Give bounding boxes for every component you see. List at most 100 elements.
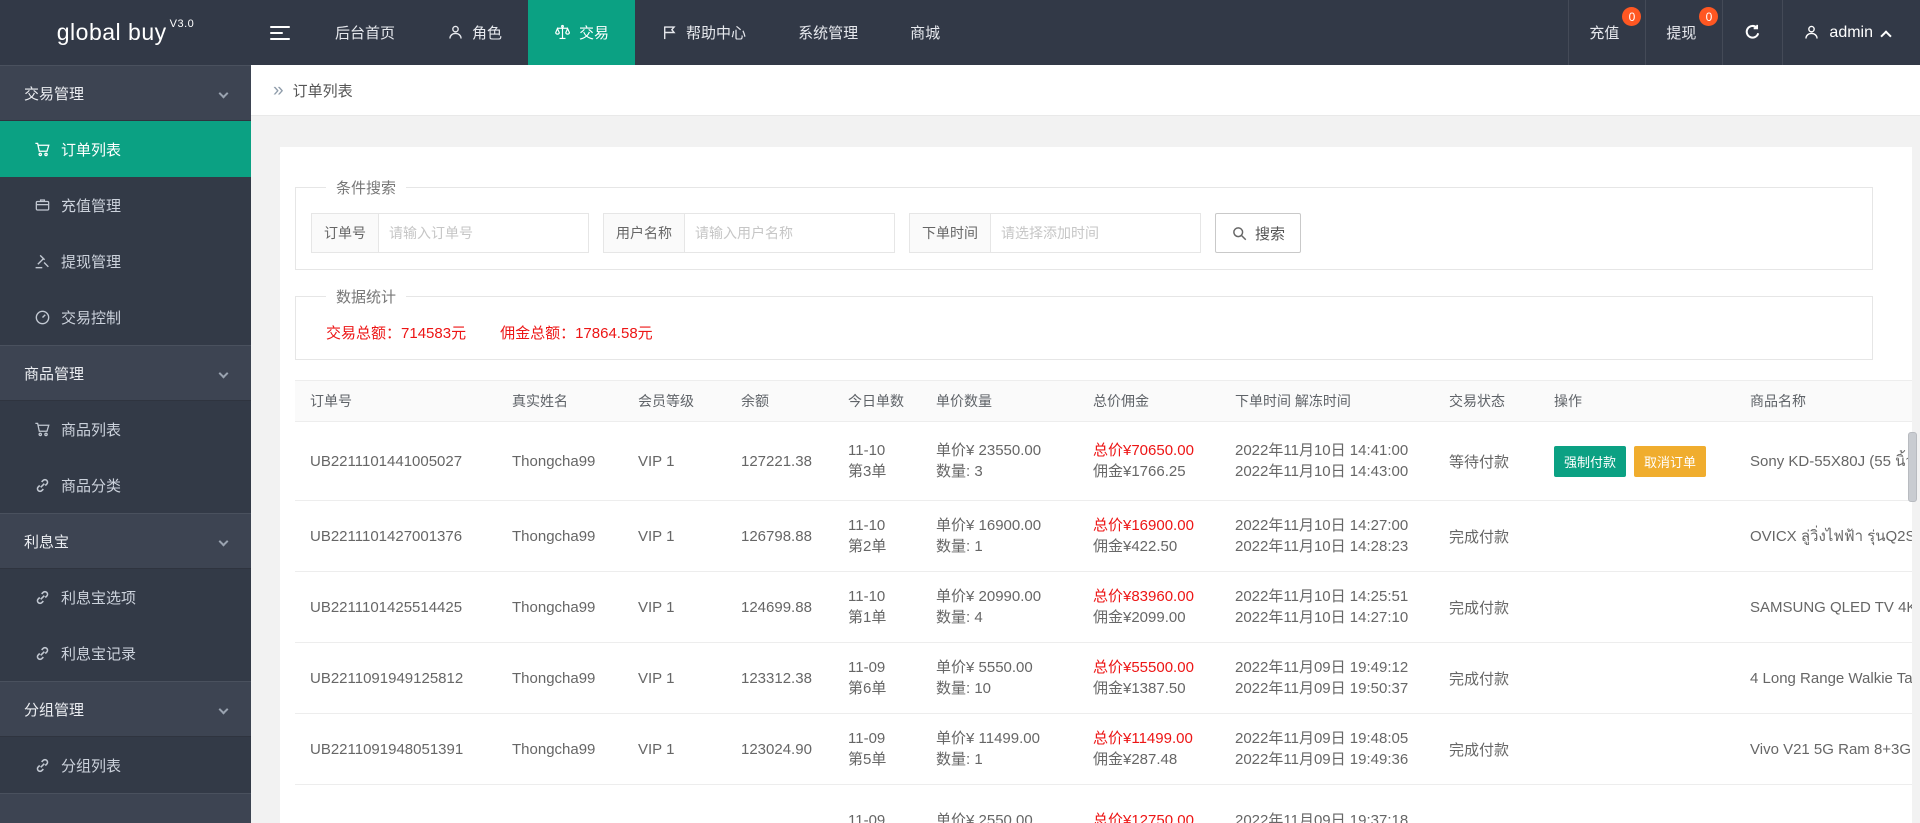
cell-order-time: 2022年11月10日 14:25:51 2022年11月10日 14:27:10: [1220, 586, 1434, 628]
brand-version: V3.0: [169, 17, 195, 30]
cell-order-time-line2: 2022年11月09日 19:49:36: [1235, 751, 1409, 768]
cell-today-orders: 11-10 第2单: [833, 515, 921, 557]
sidebar-group-goods-manage[interactable]: 商品管理: [0, 345, 251, 401]
stats-fieldset: 数据统计 交易总额：714583元 佣金总额：17864.58元: [295, 286, 1873, 360]
chevron-down-icon: [218, 368, 229, 378]
brand-name: global buy: [56, 19, 167, 45]
gauge-icon: [34, 309, 51, 326]
card-icon: [34, 197, 51, 214]
chevron-down-icon: [218, 536, 229, 546]
link-icon: [34, 645, 51, 662]
flag-icon: [661, 24, 678, 41]
nav-item-label: 角色: [472, 25, 503, 42]
sidebar-group-trade-manage[interactable]: 交易管理: [0, 65, 251, 121]
cell-vip-level: VIP 1: [638, 598, 675, 616]
sidebar-toggle-button[interactable]: [251, 0, 309, 65]
chevron-up-icon: [1880, 29, 1892, 42]
sidebar-item-trade-control[interactable]: 交易控制: [0, 289, 251, 345]
sidebar-item-withdraw-manage[interactable]: 提现管理: [0, 233, 251, 289]
nav-item-label: 后台首页: [335, 25, 396, 42]
breadcrumb: » 订单列表: [251, 65, 1920, 116]
force-pay-button[interactable]: 强制付款: [1554, 445, 1627, 477]
sidebar-item-recharge-manage[interactable]: 充值管理: [0, 177, 251, 233]
cell-total-commission-line2: 佣金¥1387.50: [1093, 680, 1186, 697]
cell-order-time: 2022年11月10日 14:27:00 2022年11月10日 14:28:23: [1220, 515, 1434, 557]
cell-order-no: UB2211101425514425: [310, 598, 463, 616]
stats-legend: 数据统计: [336, 289, 397, 306]
cell-product-name: Sony KD-55X80J (55 นิ้ว): [1750, 453, 1912, 470]
user-menu[interactable]: admin: [1782, 0, 1920, 65]
cancel-order-button[interactable]: 取消订单: [1634, 445, 1707, 477]
recharge-nav-item[interactable]: 充值 0: [1568, 0, 1645, 65]
cell-order-no: UB2211091949125812: [310, 669, 464, 687]
user-name-label: 用户名称: [603, 213, 685, 253]
sidebar-item-goods-list[interactable]: 商品列表: [0, 401, 251, 457]
table-row: UB2211101441005027 Thongcha99 VIP 1 127221.…: [295, 422, 1912, 501]
sidebar-item-interest-records[interactable]: 利息宝记录: [0, 625, 251, 681]
cell-balance: 126798.88: [741, 527, 812, 545]
nav-item-trade[interactable]: 交易: [528, 0, 636, 65]
nav-item-help-center[interactable]: 帮助中心: [635, 0, 772, 65]
cell-price-qty-line1: 单价¥ 11499.00: [936, 730, 1040, 747]
cell-real-name: Thongcha99: [512, 598, 596, 616]
cell-real-name: Thongcha99: [512, 527, 596, 545]
col-header-3: 余额: [741, 393, 769, 409]
table-header-row: 订单号 真实姓名 会员等级 余额 今日单数 单价数量 总价佣金 下单时间 解冻时间 交易状态 操作…: [295, 380, 1912, 422]
cell-order-time-line1: 2022年11月10日 14:25:51: [1235, 588, 1409, 605]
col-header-10: 商品名称: [1750, 393, 1806, 409]
cell-vip-level: VIP 1: [638, 452, 675, 470]
sidebar-item-order-list[interactable]: 订单列表: [0, 121, 251, 177]
user-name-input[interactable]: [685, 213, 895, 253]
brand-logo: global buy V3.0: [0, 0, 251, 65]
cell-order-time: 2022年11月09日 19:37:18: [1220, 810, 1434, 823]
cell-trade-status: 完成付款: [1449, 741, 1510, 759]
search-legend: 条件搜索: [336, 180, 397, 197]
sidebar: 交易管理 订单列表 充值管理 提现管理 交易控制 商品管理 商品列表商品分类利息宝 利息宝选项…: [0, 65, 251, 823]
vertical-scrollbar-thumb[interactable]: [1908, 432, 1917, 502]
sidebar-item-goods-category[interactable]: 商品分类: [0, 457, 251, 513]
hamburger-icon: [270, 22, 290, 44]
table-row: UB2211101425514425 Thongcha99 VIP 1 124699.…: [295, 572, 1912, 643]
nav-item-system-manage[interactable]: 系统管理: [772, 0, 884, 65]
order-no-input[interactable]: [379, 213, 589, 253]
nav-item-home[interactable]: 后台首页: [309, 0, 421, 65]
cell-total-commission: 总价¥11499.00 佣金¥287.48: [1078, 728, 1220, 770]
cell-order-time: 2022年11月10日 14:41:00 2022年11月10日 14:43:00: [1220, 440, 1434, 482]
commission-total: 佣金总额：17864.58元: [500, 325, 653, 342]
scales-icon: [554, 24, 571, 41]
withdraw-nav-item[interactable]: 提现 0: [1645, 0, 1722, 65]
col-header-6: 总价佣金: [1093, 393, 1149, 409]
cell-price-qty: 单价¥ 23550.00 数量: 3: [921, 440, 1078, 482]
cell-order-no: UB2211101427001376: [310, 527, 463, 545]
cell-total-commission-line1: 总价¥16900.00: [1093, 517, 1194, 534]
col-header-7: 下单时间 解冻时间: [1235, 393, 1351, 409]
sidebar-item-label: 商品分类: [61, 477, 122, 495]
sidebar-group-label: 分组管理: [24, 701, 85, 719]
cell-today-orders-line1: 11-09: [848, 811, 886, 823]
cell-order-time-line2: 2022年11月10日 14:27:10: [1235, 609, 1409, 626]
nav-item-role[interactable]: 角色: [421, 0, 528, 65]
sidebar-item-group-list[interactable]: 分组列表: [0, 737, 251, 793]
search-button[interactable]: 搜索: [1215, 213, 1302, 253]
col-header-9: 操作: [1554, 393, 1582, 409]
sidebar-item-interest-options[interactable]: 利息宝选项: [0, 569, 251, 625]
sidebar-group-interest[interactable]: 利息宝: [0, 513, 251, 569]
cell-actions: 强制付款 取消订单: [1539, 445, 1735, 477]
content-card: 条件搜索 订单号 用户名称 下单时间 搜索: [280, 147, 1912, 823]
cell-price-qty: 单价¥ 5550.00 数量: 10: [921, 657, 1078, 699]
cell-total-commission: 总价¥55500.00 佣金¥1387.50: [1078, 657, 1220, 699]
cell-today-orders: 11-09 第6单: [833, 657, 921, 699]
nav-item-mall[interactable]: 商城: [884, 0, 966, 65]
cell-today-orders: 11-09: [833, 810, 921, 823]
col-header-5: 单价数量: [936, 393, 992, 409]
cell-price-qty-line1: 单价¥ 16900.00: [936, 517, 1042, 534]
cell-total-commission-line2: 佣金¥287.48: [1093, 751, 1178, 768]
order-time-input[interactable]: [991, 213, 1201, 253]
cell-order-no: UB2211091948051391: [310, 740, 464, 758]
cell-order-time-line1: 2022年11月09日 19:48:05: [1235, 730, 1409, 747]
cell-order-time-line1: 2022年11月09日 19:37:18: [1235, 811, 1409, 823]
link-icon: [34, 589, 51, 606]
cell-vip-level: VIP 1: [638, 740, 675, 758]
sidebar-group-group-manage[interactable]: 分组管理: [0, 681, 251, 737]
refresh-button[interactable]: [1722, 0, 1782, 65]
